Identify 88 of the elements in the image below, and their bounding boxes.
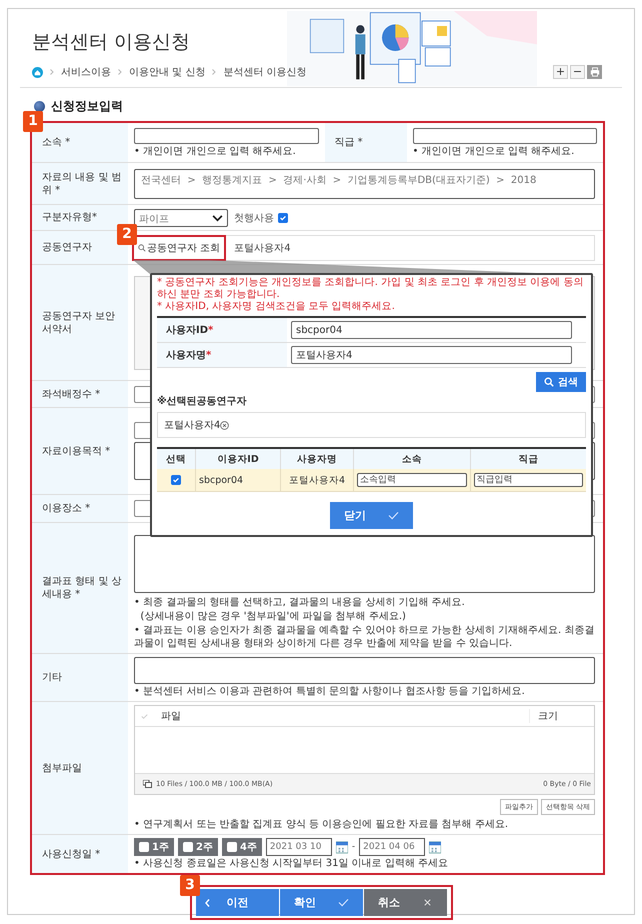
data-scope-field[interactable]: 전국센터 > 행정통계지표 > 경제·사회 > 기업통계등록부DB(대표자기준) > 2018: [134, 168, 595, 198]
check-icon: [140, 712, 149, 720]
callout-badge: 3: [180, 875, 200, 896]
section-title: 신청정보입력: [51, 98, 123, 115]
close-button[interactable]: 닫기: [330, 502, 413, 529]
column-header: 파일: [161, 710, 182, 723]
field-label: 공동연구자 보안서약서: [32, 265, 128, 380]
breadcrumb-link[interactable]: 이용안내 및 신청: [129, 65, 206, 79]
field-label: 기타: [32, 654, 128, 701]
table-cell: sbcpor04: [199, 474, 244, 486]
field-label: 사용자ID: [166, 324, 208, 337]
field-hint: • 개인이면 개인으로 입력 해주세요.: [134, 144, 297, 158]
field-label: 좌석배정수 *: [32, 381, 128, 407]
column-header: 선택: [157, 448, 196, 469]
chevron-icon: [118, 69, 122, 75]
field-label: 첨부파일: [32, 702, 128, 834]
field-label: 자료의 내용 및 범위 *: [32, 163, 128, 204]
required-mark: *: [208, 324, 214, 336]
period-button[interactable]: 4주: [222, 838, 262, 856]
field-hint: • 사용신청 종료일은 사용신청 시작일부터 31일 이내로 입력해 주세요: [134, 857, 450, 870]
start-date-field[interactable]: 2021 03 10: [266, 838, 332, 856]
field-hint: • 연구계획서 또는 반출할 집계표 양식 등 이용승인에 필요한 자료를 첨부해 주세요.: [134, 818, 510, 831]
zoom-button[interactable]: −: [570, 65, 585, 79]
period-button[interactable]: 1주: [134, 838, 174, 856]
field-hint: (상세내용이 많은 경우 '첨부파일'에 파일을 첨부해 주세요.): [139, 610, 407, 623]
chevron-left-icon: [205, 899, 210, 907]
position-field[interactable]: 직급입력: [474, 473, 583, 487]
checkbox-label: 첫행사용: [234, 212, 274, 224]
field-label: 사용자명: [166, 349, 206, 362]
notice-text: * 공동연구자 조회기능은 개인정보를 조회합니다. 가입 및 최초 로그인 후 개인정보 이용에 동의하신 분만 조회 가능합니다.: [157, 277, 584, 301]
home-icon[interactable]: [32, 66, 43, 78]
selected-title: ※선택된공동연구자: [157, 394, 248, 408]
researcher-name: 포털사용자4: [234, 242, 291, 254]
notice-text: * 사용자ID, 사용자명 검색조건을 모두 입력해주세요.: [157, 301, 396, 313]
field-label: 이용장소 *: [32, 495, 128, 522]
table-cell: 포털사용자4: [288, 474, 346, 486]
search-button[interactable]: 검색: [536, 372, 586, 392]
required-mark: *: [206, 350, 212, 360]
close-icon: [422, 898, 433, 907]
researcher-name: 포털사용자4: [164, 419, 220, 432]
search-icon: [138, 244, 146, 252]
checkbox[interactable]: [171, 474, 181, 485]
zoom-button[interactable]: +: [553, 65, 568, 79]
separator-select[interactable]: 파이프: [134, 208, 228, 226]
co-researcher-search-button[interactable]: 공동연구자 조회: [132, 234, 226, 260]
end-date-field[interactable]: 2021 04 06: [359, 838, 426, 856]
co-researcher-field[interactable]: 공동연구자 조회 포털사용자4: [134, 234, 595, 260]
calendar-icon[interactable]: [429, 840, 442, 854]
field-label: 결과표 형태 및 상세내용 *: [32, 523, 128, 653]
column-header: 소속: [354, 448, 470, 469]
column-header: 직급: [470, 448, 586, 469]
callout-badge: 1: [23, 111, 43, 132]
position-field[interactable]: [412, 128, 597, 144]
field-hint: • 최종 결과물의 형태를 선택하고, 결과물의 내용을 상세히 기입해 주세요.: [134, 596, 466, 609]
field-hint: • 개인이면 개인으로 입력 해주세요.: [412, 144, 576, 158]
affiliation-field[interactable]: 소속입력: [357, 473, 466, 487]
date-separator: -: [352, 842, 356, 852]
page-title: 분석센터 이용신청: [32, 30, 190, 55]
breadcrumb-link[interactable]: 서비스이용: [61, 65, 111, 79]
column-header: 크기: [529, 709, 578, 723]
field-hint: • 결과표는 이용 승인자가 최종 결과물을 예측할 수 있어야 하므로 가능한 상세히 기재해주세요. 최종결과물이 입력된 상세내용 형태와 상이하게 다른 경우 반출에 제약을 받을 수 있습니다.: [134, 624, 595, 650]
breadcrumb-link[interactable]: 분석센터 이용신청: [223, 65, 307, 79]
column-header: 사용자명: [280, 448, 354, 469]
chevron-icon: [212, 69, 216, 75]
field-hint: • 분석센터 서비스 이용과 관련하여 특별히 문의할 사항이나 협조사항 등을 기입하세요.: [134, 685, 526, 698]
field-label: 직급 *: [324, 123, 406, 162]
check-icon: [388, 511, 399, 520]
cancel-button[interactable]: 취소: [364, 889, 447, 916]
remove-icon[interactable]: [220, 420, 230, 430]
checkbox[interactable]: [278, 212, 288, 222]
chevron-down-icon: [212, 214, 223, 222]
prev-button[interactable]: 이전: [196, 889, 279, 916]
chevron-icon: [50, 69, 54, 75]
column-header: 이용자ID: [196, 448, 280, 469]
search-icon: [544, 377, 554, 387]
field-label: 자료이용목적 *: [32, 408, 128, 494]
field-label: 사용신청일 *: [32, 835, 128, 873]
user-id-field[interactable]: sbcpor04: [291, 321, 572, 339]
affiliation-field[interactable]: [134, 128, 318, 144]
user-name-field[interactable]: 포털사용자4: [291, 346, 572, 364]
files-icon: [143, 780, 152, 788]
check-icon: [338, 898, 349, 907]
calendar-icon[interactable]: [336, 840, 348, 854]
confirm-button[interactable]: 확인: [280, 889, 363, 916]
section-bullet-icon: [34, 101, 45, 112]
period-button[interactable]: 2주: [178, 838, 218, 856]
print-button[interactable]: [587, 65, 602, 79]
etc-field[interactable]: [134, 657, 595, 684]
